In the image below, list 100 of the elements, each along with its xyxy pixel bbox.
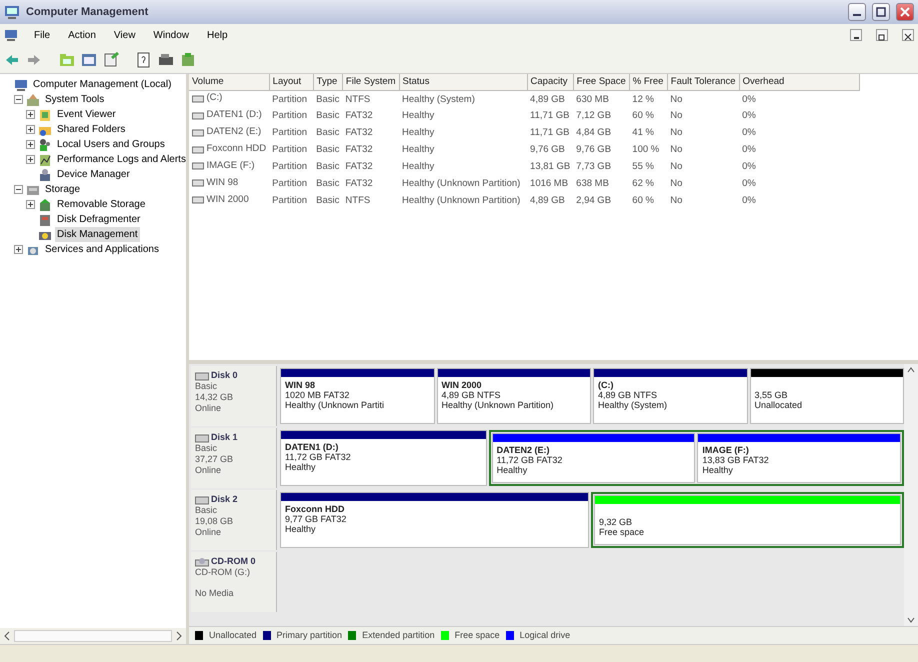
column-header[interactable]: Overhead: [739, 74, 860, 91]
table-cell-text: Partition: [271, 143, 308, 158]
table-cell-text: 1016 MB: [529, 176, 570, 191]
tree-item[interactable]: Event Viewer: [55, 107, 118, 122]
expand-icon[interactable]: [14, 245, 23, 254]
toolbar-button[interactable]: [103, 52, 119, 68]
tree-item[interactable]: Storage: [43, 182, 82, 197]
menu-item[interactable]: View: [112, 28, 138, 42]
column-header[interactable]: Volume: [189, 74, 270, 91]
partition-name: (C:): [598, 380, 614, 390]
partition-block[interactable]: IMAGE (F:) 13,83 GB FAT32 Healthy: [697, 433, 902, 483]
scroll-right-icon[interactable]: [174, 630, 184, 642]
column-header[interactable]: Free Space: [573, 74, 630, 91]
maximize-button[interactable]: [872, 3, 890, 21]
scroll-down-icon[interactable]: [907, 617, 915, 623]
column-header[interactable]: Layout: [269, 74, 314, 91]
child-restore-button[interactable]: [876, 29, 888, 41]
table-cell-text: Basic: [315, 143, 340, 158]
expand-icon[interactable]: [26, 140, 35, 149]
table-cell-text: Basic: [315, 126, 340, 140]
tree-item[interactable]: Removable Storage: [55, 197, 148, 212]
properties-icon: [103, 52, 119, 68]
table-cell: DATEN1 (D:): [206, 108, 262, 122]
table-cell-text: 0%: [741, 194, 757, 208]
tree-item[interactable]: Local Users and Groups: [55, 137, 167, 152]
tree-item[interactable]: System Tools: [43, 92, 106, 107]
collapse-icon[interactable]: [14, 95, 23, 104]
table-cell: No: [667, 90, 740, 108]
partition-block[interactable]: DATEN1 (D:) 11,72 GB FAT32 Healthy: [280, 430, 487, 486]
device-icon: [38, 168, 52, 182]
partition-block[interactable]: Foxconn HDD 9,77 GB FAT32 Healthy: [280, 492, 589, 548]
table-cell-text: 7,73 GB: [575, 160, 612, 174]
menu-item[interactable]: Action: [66, 28, 98, 42]
disk-name: Disk 1: [211, 432, 238, 443]
partition-status: Unallocated: [754, 400, 804, 410]
column-header[interactable]: File System: [342, 74, 400, 91]
minimize-button[interactable]: [848, 3, 866, 21]
menu-item[interactable]: Window: [151, 28, 191, 42]
folder-icon: [59, 52, 75, 68]
disk-name: Disk 0: [211, 370, 238, 381]
tree-item[interactable]: Computer Management (Local): [31, 77, 174, 92]
table-cell-text: 0%: [741, 109, 757, 124]
partition-size: 13,83 GB FAT32: [702, 455, 770, 465]
close-icon: [900, 7, 910, 17]
scrollbar[interactable]: [904, 364, 918, 626]
partition-name: WIN 98: [285, 380, 316, 390]
partition-size: 11,72 GB FAT32: [285, 452, 352, 462]
partition-name: Foxconn HDD: [285, 504, 346, 514]
table-cell-text: 9,76 GB: [529, 143, 566, 158]
close-button[interactable]: [896, 3, 914, 21]
expand-icon[interactable]: [26, 200, 35, 209]
collapse-icon[interactable]: [14, 185, 23, 194]
partition-status: Healthy (Unknown Partition): [442, 400, 555, 410]
table-cell-text: DATEN2 (E:): [206, 125, 262, 139]
expand-icon[interactable]: [26, 125, 35, 134]
tree-item[interactable]: Shared Folders: [55, 122, 128, 137]
table-cell-text: Healthy: [401, 109, 436, 124]
table-cell-text: 638 MB: [575, 176, 610, 191]
tree-item[interactable]: Performance Logs and Alerts: [55, 152, 186, 167]
partition-size: 1020 MB FAT32: [285, 390, 350, 400]
expand-icon[interactable]: [26, 110, 35, 119]
table-cell-text: 4,84 GB: [575, 126, 612, 140]
partition-name: IMAGE (F:): [702, 445, 750, 455]
tree-item[interactable]: Services and Applications: [43, 242, 161, 257]
scroll-up-icon[interactable]: [907, 367, 915, 373]
tree-item[interactable]: Device Manager: [55, 167, 132, 182]
partition-block[interactable]: 9,32 GB Free space: [594, 495, 901, 545]
disk-info: CD-ROM (G:): [195, 567, 251, 578]
menu-item[interactable]: Help: [205, 28, 230, 42]
table-cell-text: Basic: [315, 194, 340, 208]
table-cell: WIN 98: [206, 176, 238, 190]
partition-size: 4,89 GB NTFS: [442, 390, 502, 400]
child-close-button[interactable]: [902, 29, 914, 41]
partition-block[interactable]: (C:) 4,89 GB NTFS Healthy (System): [593, 368, 748, 424]
toolbar-button[interactable]: [81, 52, 97, 68]
column-header[interactable]: % Free: [629, 74, 668, 91]
table-cell-text: 4,89 GB: [529, 194, 566, 208]
tree-item[interactable]: Disk Management: [55, 227, 140, 242]
partition-status: Healthy: [496, 465, 528, 475]
toolbar-button[interactable]: [136, 52, 152, 68]
disk-info: Basic: [195, 381, 218, 392]
column-header[interactable]: Status: [399, 74, 528, 91]
table-cell-text: No: [669, 160, 684, 174]
partition-block[interactable]: 3,55 GB Unallocated: [750, 368, 904, 424]
menu-item[interactable]: File: [32, 28, 52, 42]
scroll-left-icon[interactable]: [2, 630, 12, 642]
partition-size: 3,55 GB: [754, 390, 789, 400]
table-cell: 4,89 GB: [527, 90, 574, 108]
expand-icon[interactable]: [26, 155, 35, 164]
partition-block[interactable]: WIN 2000 4,89 GB NTFS Healthy (Unknown Partition): [436, 368, 591, 424]
users-icon: [38, 138, 52, 152]
tree-item[interactable]: Disk Defragmenter: [55, 212, 142, 227]
partition-block[interactable]: WIN 98 1020 MB FAT32 Healthy (Unknown Partiti: [280, 368, 434, 424]
partition-status: Healthy: [285, 462, 317, 472]
partition-block[interactable]: DATEN2 (E:) 11,72 GB FAT32 Healthy: [492, 433, 696, 483]
column-header[interactable]: Fault Tolerance: [667, 74, 740, 91]
column-header[interactable]: Capacity: [527, 74, 574, 91]
child-minimize-button[interactable]: [850, 29, 862, 41]
column-header[interactable]: Type: [313, 74, 342, 91]
table-cell-text: No: [669, 194, 684, 208]
